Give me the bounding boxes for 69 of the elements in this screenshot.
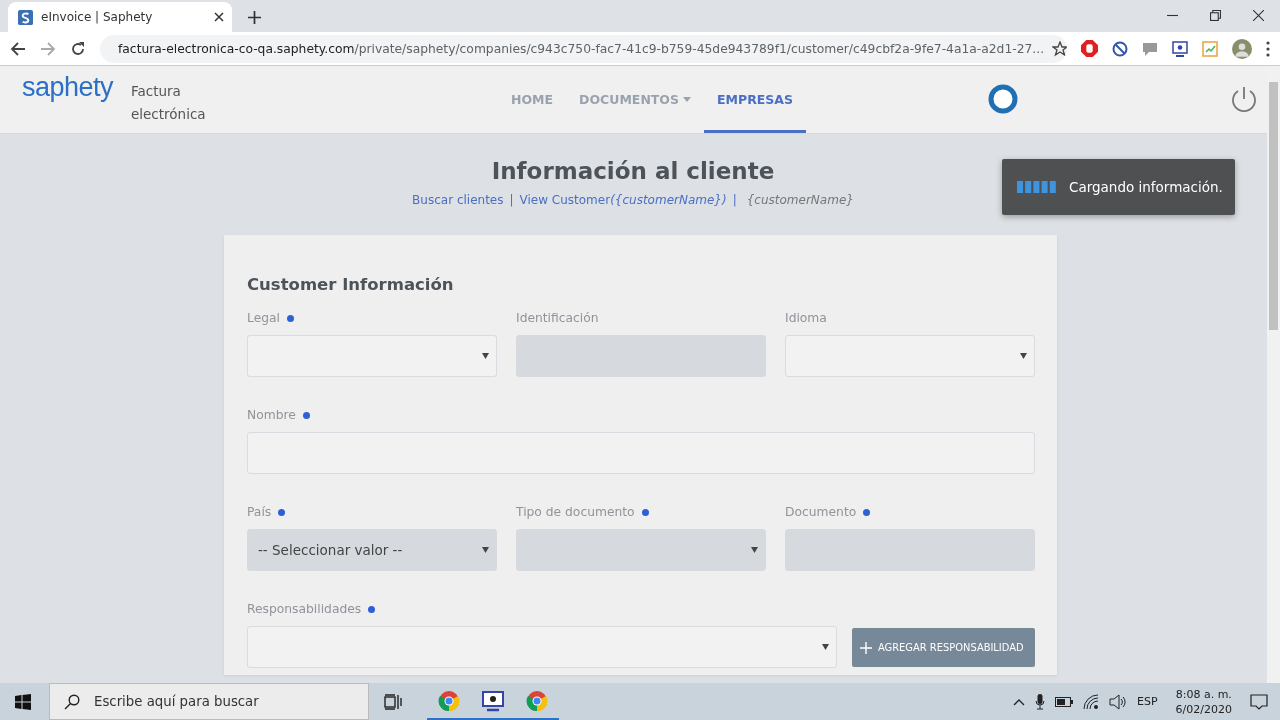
speaker-icon[interactable] (1109, 693, 1127, 710)
toast-message: Cargando información. (1069, 179, 1223, 195)
breadcrumb-current: {customerName} (746, 193, 854, 207)
battery-icon[interactable] (1055, 696, 1073, 707)
field-label: Tipo de documento (516, 505, 635, 519)
monitor-icon[interactable] (482, 689, 504, 712)
windows-start-icon[interactable] (15, 693, 31, 710)
section-title: Customer Información (247, 275, 455, 294)
chevron-up-icon[interactable] (1013, 697, 1025, 706)
reload-icon[interactable] (70, 40, 86, 57)
field-label: País (247, 505, 272, 519)
plus-icon (860, 641, 872, 654)
chrome-icon[interactable] (526, 689, 548, 712)
url-text: factura-electronica-co-qa.saphety.com/private/saphety/companies/c943c750-fac7-41c9-b759-45de943789f1/customer/c49cbf2a-9fe7-4a1a-a2d1-27... (118, 41, 1045, 56)
search-icon (64, 693, 80, 710)
breadcrumb-link[interactable]: View Customer({customerName}) (519, 193, 727, 207)
wifi-icon[interactable] (1083, 693, 1099, 710)
clock-date: 6/02/2020 (1175, 702, 1232, 716)
browser-tab[interactable]: eInvoice | Saphety (8, 2, 232, 32)
field-label: Idioma (785, 311, 827, 325)
caret-icon (1020, 353, 1027, 359)
power-icon[interactable] (1230, 85, 1258, 113)
microphone-icon[interactable] (1035, 693, 1045, 710)
progress-bars-icon (1017, 181, 1057, 193)
field-label: Nombre (247, 408, 296, 422)
star-icon[interactable] (1052, 40, 1067, 57)
breadcrumb-separator: | (509, 193, 514, 207)
field-label: Legal (247, 311, 280, 325)
page-title: Información al cliente (490, 158, 776, 184)
nav-tab[interactable]: DOCUMENTOS (566, 66, 704, 133)
new-tab-icon[interactable] (248, 11, 261, 24)
clock-time: 8:08 a. m. (1175, 687, 1232, 701)
chart-icon[interactable] (1202, 40, 1218, 57)
logo[interactable]: saphety (22, 72, 114, 103)
product-name: Factura electrónica (131, 82, 207, 124)
field-label: Responsabilidades (247, 602, 362, 616)
restore-icon[interactable] (1210, 10, 1221, 21)
close-icon[interactable] (214, 12, 224, 22)
input-field[interactable] (247, 432, 1035, 474)
caret-icon (482, 547, 489, 553)
user-avatar-icon[interactable] (988, 84, 1018, 114)
address-bar[interactable]: factura-electronica-co-qa.saphety.com/private/saphety/companies/c943c750-fac7-41c9-b759-45de943789f1/customer/c49cbf2a-9fe7-4a1a-a2d1-27... (100, 34, 1067, 63)
breadcrumb-link[interactable]: Buscar clientes (412, 193, 504, 207)
language-indicator[interactable]: ESP (1137, 695, 1158, 708)
taskbar-search-field[interactable]: Escribe aquí para buscar (49, 683, 369, 720)
dropdown-field[interactable] (247, 626, 837, 668)
notification-icon[interactable] (1250, 693, 1268, 710)
avatar-icon[interactable] (1232, 38, 1252, 59)
caret-icon (751, 547, 758, 553)
caret-icon (482, 353, 489, 359)
caret-icon (822, 644, 829, 650)
task-view-icon[interactable] (384, 693, 402, 710)
back-arrow-icon[interactable] (10, 40, 26, 57)
field-label: Identificación (516, 311, 599, 325)
block-icon[interactable] (1112, 40, 1128, 57)
site-favicon (18, 9, 33, 25)
add-responsibility-button[interactable]: AGREGAR RESPONSABILIDAD (852, 628, 1035, 667)
speech-bubble-icon[interactable] (1142, 40, 1158, 57)
nav-tab[interactable]: EMPRESAS (704, 66, 806, 133)
more-icon[interactable] (1266, 40, 1270, 57)
breadcrumb-separator: | (732, 193, 737, 207)
monitor-icon[interactable] (1172, 40, 1188, 57)
dropdown-field[interactable] (785, 335, 1035, 377)
tab-title: eInvoice | Saphety (41, 10, 154, 24)
chrome-icon[interactable] (438, 689, 460, 712)
nav-tab[interactable]: HOME (498, 66, 567, 133)
dropdown-field[interactable] (247, 335, 497, 377)
close-icon[interactable] (1253, 10, 1264, 21)
field-label: Documento (785, 505, 857, 519)
